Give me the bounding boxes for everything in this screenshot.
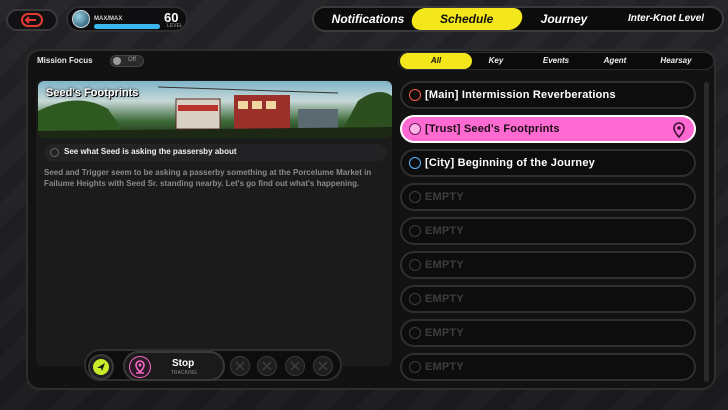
- profile-badge[interactable]: MAX/MAX 60 LEVEL: [66, 6, 188, 32]
- empty-slot-icon: [409, 225, 421, 237]
- tab-inter-knot-level[interactable]: Inter-Knot Level: [610, 8, 722, 30]
- tab-journey[interactable]: Journey: [526, 8, 602, 30]
- stop-tracking-button[interactable]: Stop TRACKING: [123, 351, 225, 381]
- navigate-button[interactable]: [88, 354, 114, 380]
- mission-item-city[interactable]: [City] Beginning of the Journey: [400, 149, 696, 177]
- empty-slot-icon: [409, 191, 421, 203]
- top-tab-bar: Notifications Schedule Journey Inter-Kno…: [312, 6, 724, 32]
- mission-item-empty: EMPTY: [400, 183, 696, 211]
- location-pin-icon: [673, 122, 685, 138]
- empty-slot-icon: [409, 327, 421, 339]
- empty-slot: [285, 356, 305, 376]
- objective-text: See what Seed is asking the passersby ab…: [64, 147, 237, 156]
- avatar: [72, 10, 90, 28]
- xp-label: MAX/MAX: [94, 16, 123, 22]
- mission-label: EMPTY: [425, 225, 464, 237]
- close-icon: [318, 361, 328, 371]
- filter-tab-bar: All Key Events Agent Hearsay: [398, 52, 714, 70]
- mission-description: Seed and Trigger seem to be asking a pas…: [44, 168, 372, 188]
- mission-item-trust[interactable]: [Trust] Seed's Footprints: [400, 115, 696, 143]
- mission-item-empty: EMPTY: [400, 285, 696, 313]
- mission-label: EMPTY: [425, 259, 464, 271]
- mission-label: EMPTY: [425, 293, 464, 305]
- tab-label: Journey: [540, 12, 588, 26]
- empty-slot: [313, 356, 333, 376]
- filter-key[interactable]: Key: [473, 53, 519, 69]
- close-icon: [290, 361, 300, 371]
- mission-item-empty: EMPTY: [400, 353, 696, 381]
- tab-notifications[interactable]: Notifications: [322, 8, 414, 30]
- city-mission-icon: [409, 157, 421, 169]
- close-icon: [262, 361, 272, 371]
- stop-label: Stop: [172, 358, 195, 369]
- mission-item-main[interactable]: [Main] Intermission Reverberations: [400, 81, 696, 109]
- empty-slot: [257, 356, 277, 376]
- mission-item-empty: EMPTY: [400, 251, 696, 279]
- objective-row: See what Seed is asking the passersby ab…: [44, 144, 386, 161]
- filter-hearsay[interactable]: Hearsay: [645, 53, 707, 69]
- filter-all[interactable]: All: [400, 53, 472, 69]
- back-arrow-icon: [21, 13, 43, 27]
- level-label: LEVEL: [167, 23, 183, 29]
- xp-bar-fill: [94, 24, 160, 29]
- xp-bar: [94, 24, 160, 29]
- tracking-sub-label: TRACKING: [171, 370, 197, 376]
- tracking-pin-icon: [129, 356, 151, 378]
- tab-label: Schedule: [440, 12, 494, 26]
- tab-label: Inter-Knot Level: [627, 13, 705, 24]
- trust-mission-icon: [409, 123, 421, 135]
- mission-label: [Main] Intermission Reverberations: [425, 89, 616, 101]
- mission-label: EMPTY: [425, 361, 464, 373]
- mission-list-scrollbar[interactable]: [704, 82, 709, 382]
- tab-label: Notifications: [331, 12, 405, 26]
- empty-slot-icon: [409, 361, 421, 373]
- mission-item-empty: EMPTY: [400, 217, 696, 245]
- mission-label: [Trust] Seed's Footprints: [425, 123, 560, 135]
- navigation-arrow-icon: [93, 359, 109, 375]
- mission-focus-label: Mission Focus: [37, 56, 93, 65]
- mission-focus-toggle[interactable]: Off: [110, 55, 144, 67]
- empty-slot: [230, 356, 250, 376]
- empty-slot-icon: [409, 259, 421, 271]
- toggle-knob: [113, 57, 121, 65]
- filter-agent[interactable]: Agent: [589, 53, 641, 69]
- mission-item-empty: EMPTY: [400, 319, 696, 347]
- close-icon: [235, 361, 245, 371]
- toggle-state: Off: [128, 57, 136, 63]
- main-mission-icon: [409, 89, 421, 101]
- empty-slot-icon: [409, 293, 421, 305]
- tab-schedule[interactable]: Schedule: [409, 8, 525, 30]
- back-button[interactable]: [6, 9, 58, 31]
- mission-title: Seed's Footprints: [46, 87, 139, 99]
- mission-label: EMPTY: [425, 191, 464, 203]
- mission-label: [City] Beginning of the Journey: [425, 157, 595, 169]
- filter-events[interactable]: Events: [527, 53, 585, 69]
- objective-checkbox-icon: [50, 148, 59, 157]
- mission-label: EMPTY: [425, 327, 464, 339]
